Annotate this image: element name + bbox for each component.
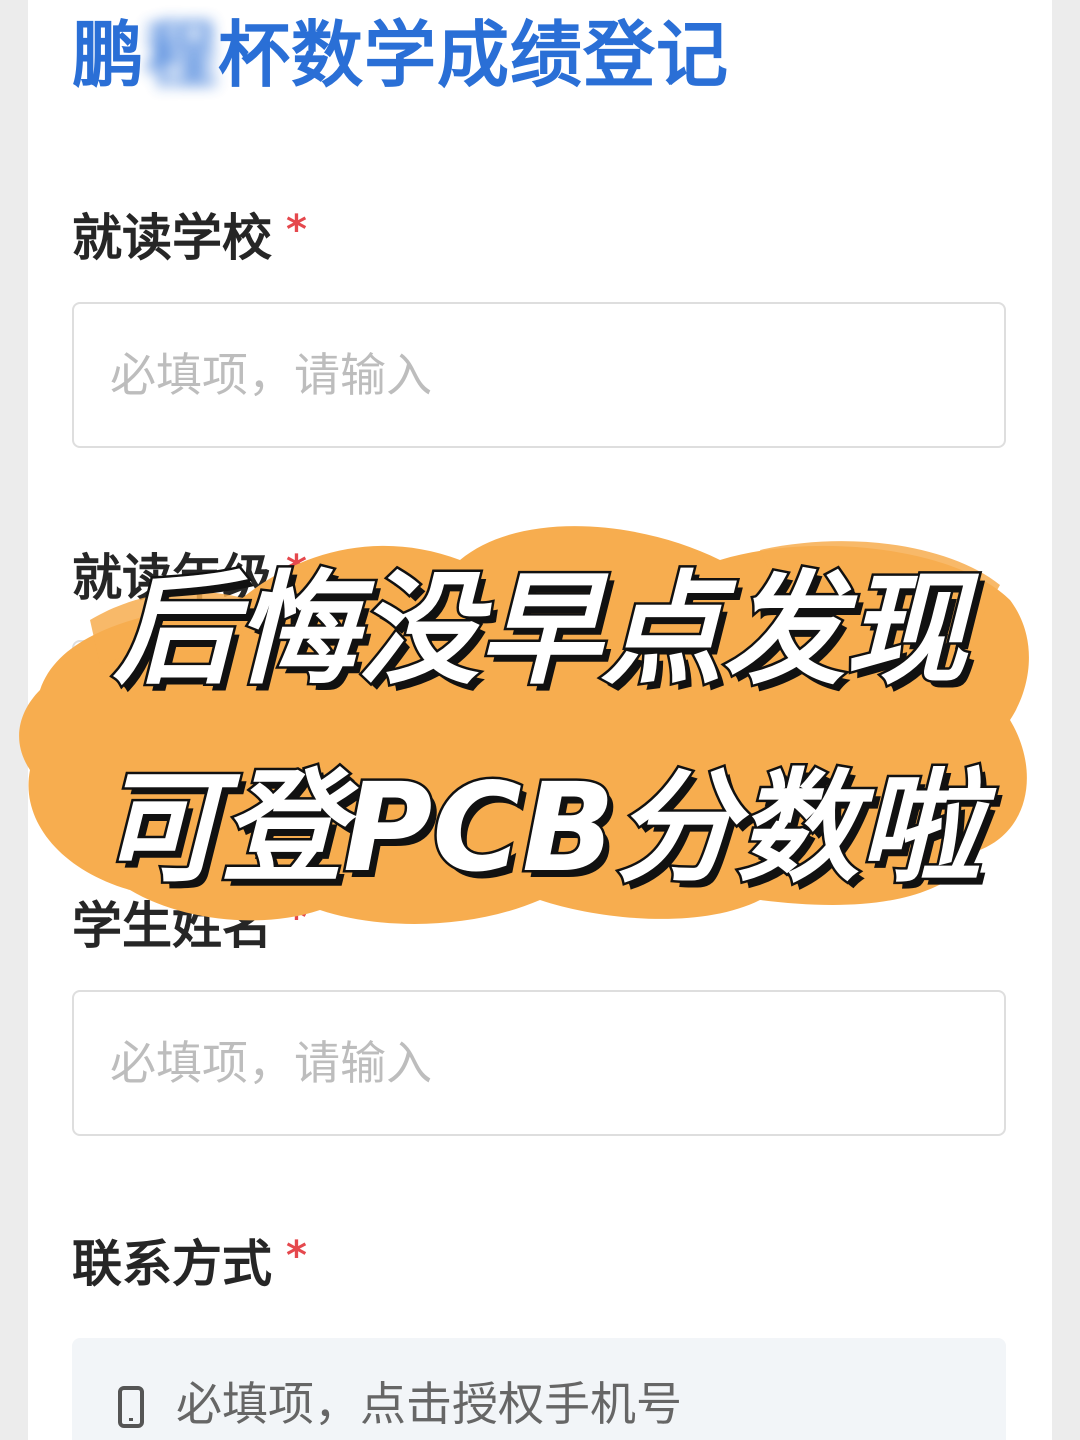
contact-label: 联系方式 * [72, 1226, 307, 1294]
school-input[interactable] [74, 304, 1004, 446]
student-name-input[interactable] [74, 992, 1004, 1134]
page: 鹏程杯数学成绩登记 就读学校 * 就读年级 * 学生姓名 * 联系方式 * 必填项，点击… [0, 0, 1080, 1440]
school-input-box[interactable] [72, 302, 1006, 448]
school-label: 就读学校 * [72, 200, 307, 268]
required-asterisk: * [286, 895, 307, 941]
student-name-input-box[interactable] [72, 990, 1006, 1136]
required-asterisk: * [286, 547, 307, 593]
form-title: 鹏程杯数学成绩登记 [72, 10, 729, 100]
authorize-phone-text: 必填项，点击授权手机号 [176, 1377, 682, 1431]
grade-label-text: 就读年级 [72, 549, 272, 607]
student-name-label: 学生姓名 * [72, 888, 307, 956]
grade-input-box[interactable] [72, 640, 1006, 786]
form-card: 鹏程杯数学成绩登记 就读学校 * 就读年级 * 学生姓名 * 联系方式 * 必填项，点击… [28, 0, 1052, 1440]
phone-icon [118, 1386, 144, 1428]
title-prefix: 鹏 [72, 13, 146, 97]
grade-input[interactable] [74, 642, 1004, 784]
title-blurred-char: 程 [145, 13, 219, 97]
contact-label-text: 联系方式 [72, 1235, 272, 1293]
school-label-text: 就读学校 [72, 209, 272, 267]
grade-label: 就读年级 * [72, 540, 307, 608]
student-name-label-text: 学生姓名 [72, 897, 272, 955]
required-asterisk: * [286, 207, 307, 253]
title-suffix: 杯数学成绩登记 [218, 13, 730, 97]
authorize-phone-button[interactable]: 必填项，点击授权手机号 [72, 1338, 1006, 1440]
required-asterisk: * [286, 1233, 307, 1279]
